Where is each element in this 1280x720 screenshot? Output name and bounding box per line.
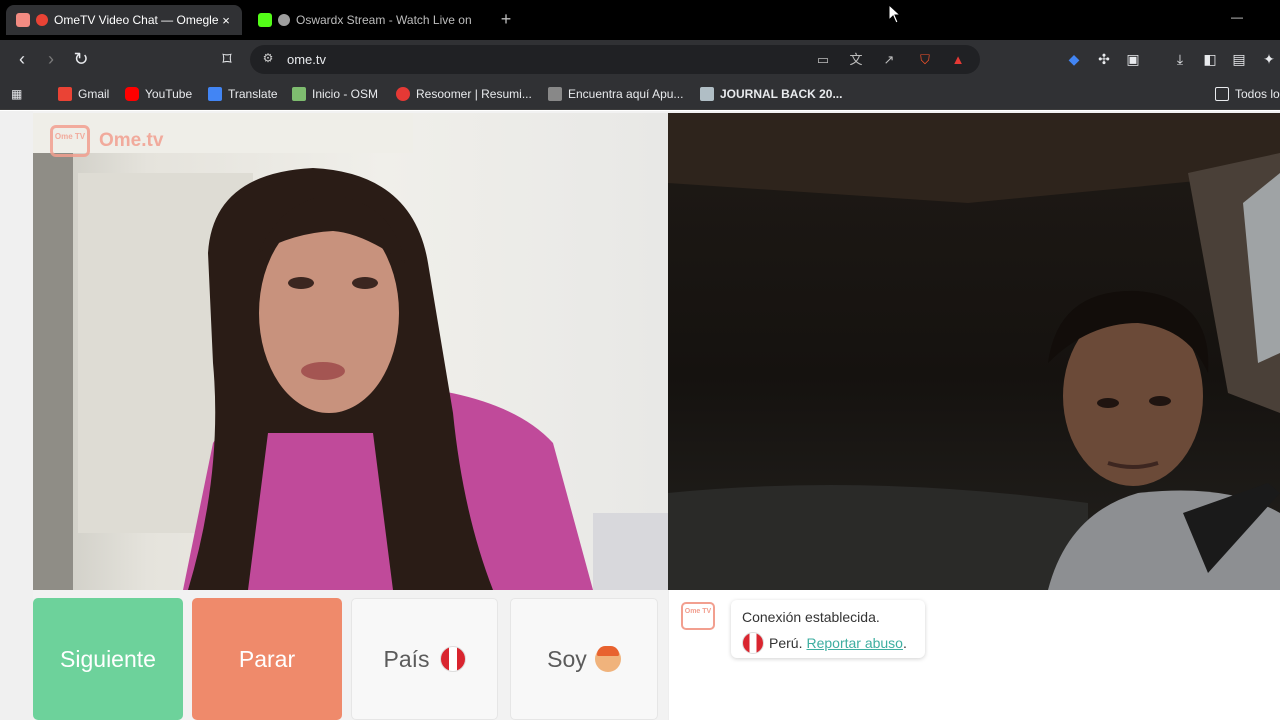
translate-icon[interactable]: 文 [847, 51, 865, 69]
bookmark-label: Translate [228, 87, 278, 101]
folder-icon [1215, 87, 1229, 101]
bookmark-translate[interactable]: Translate [208, 85, 278, 103]
muted-speaker-icon [278, 14, 290, 26]
bookmark-all[interactable]: Todos los [1215, 85, 1280, 103]
kick-favicon-icon [258, 13, 272, 27]
bookmark-label: Todos los [1235, 87, 1280, 101]
gender-label: Soy [547, 645, 587, 672]
wallet-icon[interactable]: ▤ [1229, 49, 1249, 69]
bookmark-label: Inicio - OSM [312, 87, 379, 101]
ometv-page: Ome TV Ome.tv Siguiente Parar País Soy O… [0, 111, 1280, 720]
remote-video [668, 113, 1280, 590]
bookmark-apuntes[interactable]: Encuentra aquí Apu... [548, 85, 683, 103]
boy-emoji-icon [594, 646, 621, 672]
bookmark-journal[interactable]: JOURNAL BACK 20... [700, 85, 842, 103]
bookmark-resoomer[interactable]: Resoomer | Resumi... [396, 85, 532, 103]
ometv-chat-avatar-icon: Ome TV [681, 602, 715, 630]
bookmark-osm[interactable]: Inicio - OSM [292, 85, 378, 103]
cast-icon[interactable]: ▭ [814, 51, 832, 69]
next-button[interactable]: Siguiente [33, 598, 183, 720]
osm-icon [292, 87, 306, 101]
new-tab-button[interactable]: + [496, 9, 516, 29]
tab-title: OmeTV Video Chat — Omegle [54, 13, 218, 27]
leo-ai-icon[interactable]: ✦ [1259, 49, 1279, 69]
gender-select-button[interactable]: Soy [510, 598, 658, 720]
minimize-window-button[interactable]: — [1228, 8, 1246, 26]
tab-bar: OmeTV Video Chat — Omegle × Oswardx Stre… [0, 0, 1280, 40]
tab-ometv[interactable]: OmeTV Video Chat — Omegle × [6, 5, 242, 35]
reload-icon[interactable]: ↻ [70, 48, 92, 70]
translate-bookmark-icon [208, 87, 222, 101]
country-filter-button[interactable]: País [351, 598, 498, 720]
extension-icon[interactable]: ◆ [1064, 49, 1084, 69]
bookmark-icon[interactable]: ⌑ [216, 48, 238, 70]
country-label: País [383, 645, 430, 672]
system-message: Conexión establecida. Perú. Reportar abu… [731, 600, 925, 658]
local-camera-image [33, 113, 668, 590]
peru-flag-icon [742, 632, 764, 654]
forward-icon[interactable]: › [40, 48, 62, 70]
youtube-icon [125, 87, 139, 101]
ometv-favicon-icon [16, 13, 30, 27]
partner-country-line: Perú. Reportar abuso. [742, 632, 907, 654]
report-suffix: . [902, 635, 907, 651]
screenshot-icon[interactable]: ▣ [1123, 49, 1143, 69]
download-icon[interactable]: ⤓ [1170, 49, 1190, 69]
ometv-logo-icon: Ome TV [50, 125, 90, 157]
journal-icon [700, 87, 714, 101]
remote-camera-image [668, 113, 1280, 590]
bookmark-gmail[interactable]: Gmail [58, 85, 109, 103]
recording-icon [36, 14, 48, 26]
bookmark-label: Gmail [78, 87, 110, 101]
ometv-logo: Ome TV Ome.tv [50, 125, 163, 157]
share-icon[interactable]: ↗ [880, 51, 898, 69]
ometv-logo-text: Ome.tv [99, 130, 164, 151]
report-abuse-link[interactable]: Reportar abuso [806, 635, 903, 651]
tab-kick-stream[interactable]: Oswardx Stream - Watch Live on [248, 5, 488, 35]
browser-toolbar: ‹ › ↻ ⌑ ⚙ ome.tv ▭ 文 ↗ ⛉ ▲ [0, 40, 1280, 78]
site-info-icon[interactable]: ⚙ [260, 51, 276, 67]
local-video: Ome TV Ome.tv [33, 113, 668, 590]
mouse-cursor-icon [888, 4, 902, 24]
apuntes-icon [548, 87, 562, 101]
brave-shield-icon[interactable]: ⛉ [916, 51, 934, 69]
bookmark-label: Resoomer | Resumi... [416, 87, 532, 101]
peru-flag-icon [439, 646, 466, 672]
tab-title: Oswardx Stream - Watch Live on [296, 13, 472, 27]
connection-status: Conexión establecida. [742, 609, 880, 625]
bookmark-label: Encuentra aquí Apu... [568, 87, 684, 101]
brave-rewards-icon[interactable]: ▲ [949, 51, 967, 69]
chat-controls: Siguiente Parar País Soy [33, 598, 663, 720]
bookmarks-bar: ▦ Gmail YouTube Translate Inicio - OSM R… [0, 78, 1280, 110]
extensions-puzzle-icon[interactable]: ✣ [1094, 49, 1114, 69]
stop-button[interactable]: Parar [192, 598, 342, 720]
back-icon[interactable]: ‹ [11, 48, 33, 70]
close-tab-icon[interactable]: × [218, 13, 234, 28]
resoomer-icon [396, 87, 410, 101]
chat-panel: Ome TV Conexión establecida. Perú. Repor… [668, 590, 1280, 720]
left-margin [0, 111, 33, 720]
bookmark-label: JOURNAL BACK 20... [720, 87, 843, 101]
partner-country: Perú. [769, 635, 803, 651]
gmail-icon [58, 87, 72, 101]
apps-grid-icon[interactable]: ▦ [11, 85, 22, 103]
bookmark-label: YouTube [145, 87, 193, 101]
address-bar[interactable]: ⚙ ome.tv ▭ 文 ↗ ⛉ ▲ [250, 45, 980, 74]
address-url[interactable]: ome.tv [287, 52, 326, 67]
sidebar-icon[interactable]: ◧ [1200, 49, 1220, 69]
bookmark-youtube[interactable]: YouTube [125, 85, 192, 103]
